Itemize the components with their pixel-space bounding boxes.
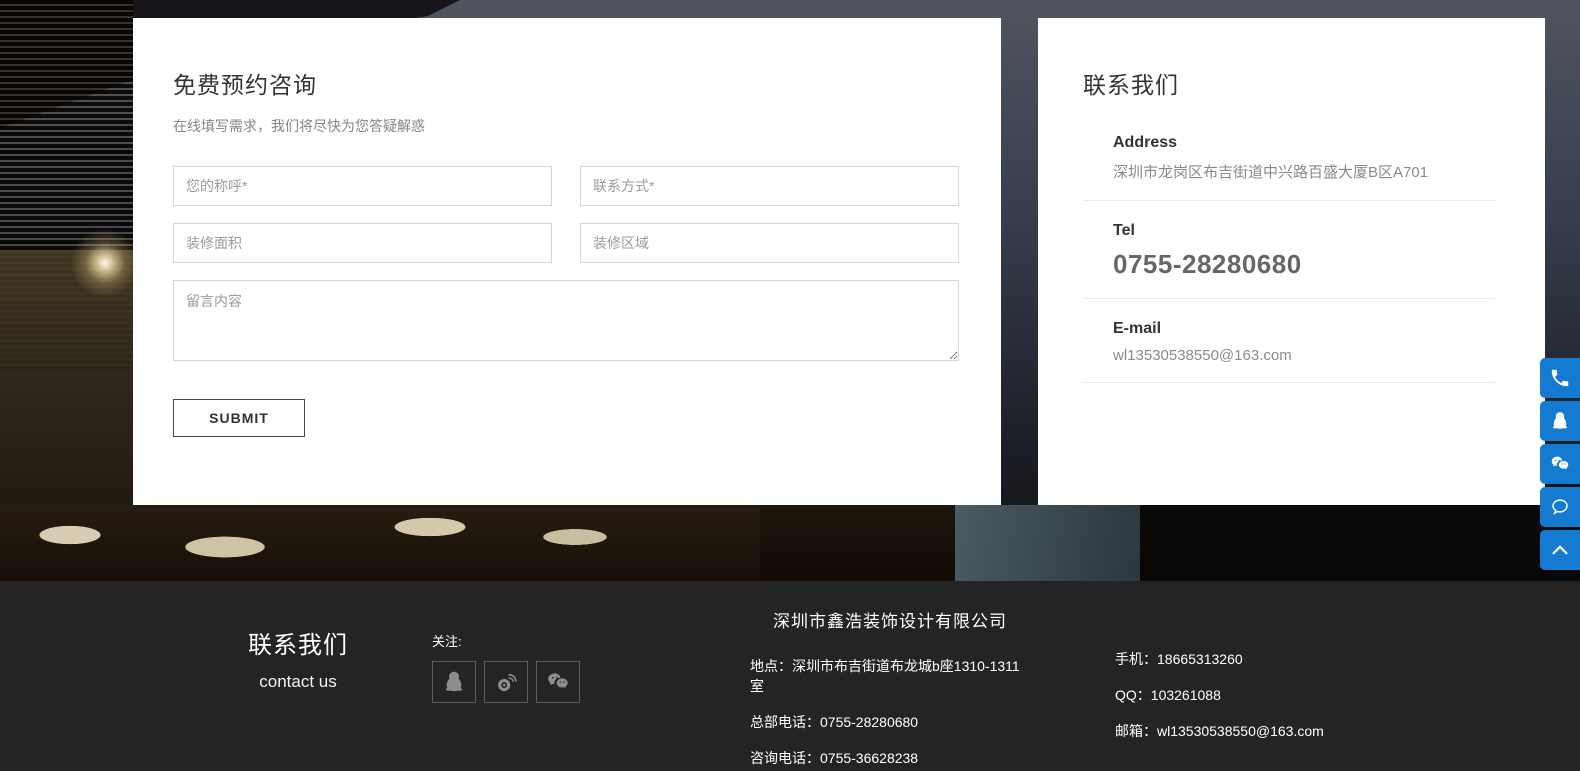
contact-items: Address 深圳市龙岗区布吉街道中兴路百盛大厦B区A701 Tel 0755…: [1083, 134, 1495, 383]
weibo-icon: [493, 669, 519, 695]
wechat-icon: [545, 669, 571, 695]
contact-method-input[interactable]: [580, 166, 959, 206]
footer-company-block: 深圳市鑫浩装饰设计有限公司 地点：深圳市布吉街道布龙城b座1310-1311室 …: [750, 607, 1030, 771]
footer-contact-subheading: contact us: [238, 672, 358, 692]
floating-toolbar: [1540, 358, 1580, 570]
hero-photo-wood-deck: [760, 505, 960, 581]
footer-qq-line: QQ：103261088: [1115, 685, 1324, 705]
email-label: E-mail: [1113, 320, 1495, 338]
footer: 联系我们 contact us 关注:: [0, 581, 1580, 771]
email-value: wl13530538550@163.com: [1113, 347, 1495, 364]
name-input[interactable]: [173, 166, 552, 206]
contact-item-email: E-mail wl13530538550@163.com: [1083, 320, 1495, 383]
back-to-top-button[interactable]: [1540, 530, 1580, 570]
phone-button[interactable]: [1540, 358, 1580, 398]
footer-address-line: 地点：深圳市布吉街道布龙城b座1310-1311室: [750, 656, 1030, 696]
tel-label: Tel: [1113, 222, 1495, 240]
contact-card: 联系我们 Address 深圳市龙岗区布吉街道中兴路百盛大厦B区A701 Tel…: [1038, 18, 1545, 505]
wechat-icon: [1549, 453, 1571, 475]
decoration-area-input[interactable]: [173, 223, 552, 263]
footer-follow-block: 关注:: [432, 631, 580, 703]
hero-background: 免费预约咨询 在线填写需求，我们将尽快为您答疑解惑 SUBMIT 联系我们 Ad…: [0, 0, 1580, 581]
social-qq-button[interactable]: [432, 661, 476, 703]
appointment-subtitle: 在线填写需求，我们将尽快为您答疑解惑: [173, 116, 959, 136]
tel-value: 0755-28280680: [1113, 249, 1495, 280]
hero-photo-pool: [955, 505, 1145, 581]
address-label: Address: [1113, 134, 1495, 152]
company-name: 深圳市鑫浩装饰设计有限公司: [750, 607, 1030, 632]
wechat-button[interactable]: [1540, 444, 1580, 484]
phone-icon: [1549, 367, 1571, 389]
social-weibo-button[interactable]: [484, 661, 528, 703]
qq-button[interactable]: [1540, 401, 1580, 441]
back-to-top-icon: [1549, 539, 1571, 561]
decoration-region-input[interactable]: [580, 223, 959, 263]
footer-consult-phone-line: 咨询电话：0755-36628238: [750, 748, 1030, 768]
contact-item-address: Address 深圳市龙岗区布吉街道中兴路百盛大厦B区A701: [1083, 134, 1495, 201]
appointment-form-card: 免费预约咨询 在线填写需求，我们将尽快为您答疑解惑 SUBMIT: [133, 18, 1001, 505]
footer-mobile-line: 手机：18665313260: [1115, 649, 1324, 669]
footer-contact-heading-block: 联系我们 contact us: [238, 625, 358, 692]
message-textarea[interactable]: [173, 280, 959, 361]
follow-label: 关注:: [432, 631, 580, 650]
footer-contact-heading: 联系我们: [238, 625, 358, 660]
contact-card-title: 联系我们: [1083, 66, 1495, 100]
footer-contact-details-block: 手机：18665313260 QQ：103261088 邮箱：wl1353053…: [1115, 649, 1324, 757]
qq-icon: [441, 669, 467, 695]
message-icon: [1549, 496, 1571, 518]
social-icons-row: [432, 661, 580, 703]
appointment-form: [173, 166, 959, 361]
contact-item-tel: Tel 0755-28280680: [1083, 222, 1495, 299]
address-value: 深圳市龙岗区布吉街道中兴路百盛大厦B区A701: [1113, 161, 1495, 182]
footer-email-line: 邮箱：wl13530538550@163.com: [1115, 721, 1324, 741]
social-wechat-button[interactable]: [536, 661, 580, 703]
hero-photo-lounge-furniture: [0, 505, 760, 581]
submit-button[interactable]: SUBMIT: [173, 399, 305, 437]
hero-photo-light-flare: [68, 226, 142, 300]
page: 免费预约咨询 在线填写需求，我们将尽快为您答疑解惑 SUBMIT 联系我们 Ad…: [0, 0, 1580, 771]
message-button[interactable]: [1540, 487, 1580, 527]
footer-hq-phone-line: 总部电话：0755-28280680: [750, 712, 1030, 732]
appointment-title: 免费预约咨询: [173, 66, 959, 100]
qq-icon: [1549, 410, 1571, 432]
